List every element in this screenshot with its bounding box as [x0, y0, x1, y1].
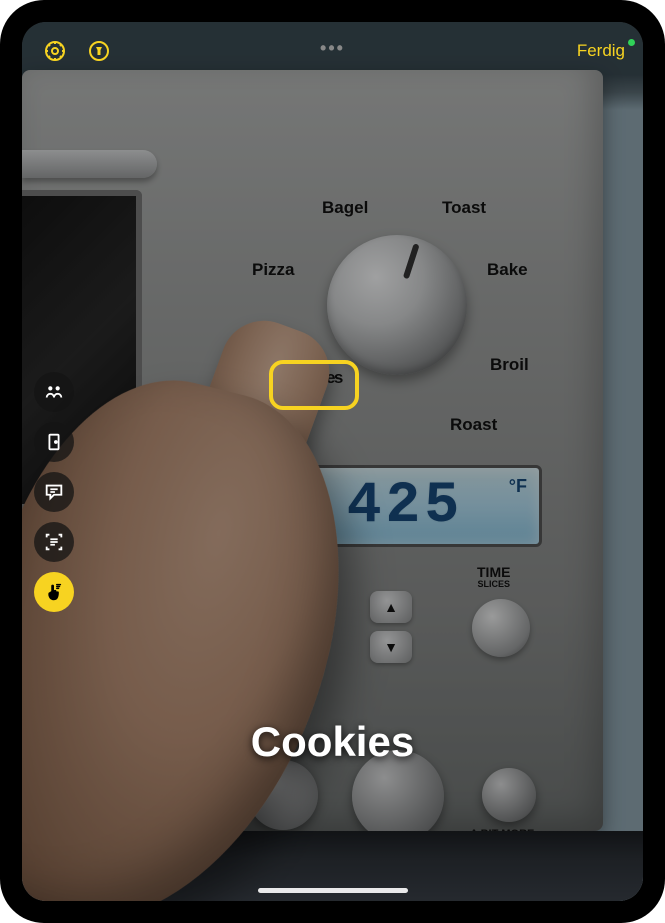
time-label: TIMESLICES	[477, 565, 510, 590]
mode-dial-knob	[327, 235, 467, 375]
done-button[interactable]: Ferdig	[577, 41, 625, 61]
lcd-unit: °F	[509, 476, 527, 497]
dial-label: Toast	[442, 198, 486, 218]
abitmore-button	[482, 768, 536, 822]
dial-label: Roast	[450, 415, 497, 435]
pointing-hand-icon	[43, 581, 65, 603]
top-toolbar: Ferdig	[22, 32, 643, 70]
detection-mode-toolbar	[34, 372, 74, 612]
magnifier-app-screen: Bagel Toast Pizza Bake Reheat Broil Roas…	[22, 22, 643, 901]
people-detection-button[interactable]	[34, 372, 74, 412]
detection-caption: Cookies	[22, 718, 643, 766]
speech-bubble-icon	[43, 481, 65, 503]
home-indicator[interactable]	[258, 888, 408, 893]
detection-highlight-box	[269, 360, 359, 410]
text-detection-button[interactable]	[34, 522, 74, 562]
flashlight-button[interactable]	[84, 36, 114, 66]
door-detection-button[interactable]	[34, 422, 74, 462]
oven-handle	[22, 150, 157, 178]
door-icon	[43, 431, 65, 453]
dial-label: Broil	[490, 355, 529, 375]
camera-scene: Bagel Toast Pizza Bake Reheat Broil Roas…	[22, 22, 643, 901]
point-and-speak-button[interactable]	[34, 572, 74, 612]
up-arrow-button: ▲	[370, 591, 412, 623]
dial-label: Bake	[487, 260, 528, 280]
ipad-frame: Bagel Toast Pizza Bake Reheat Broil Roas…	[0, 0, 665, 923]
text-viewfinder-icon	[43, 531, 65, 553]
dial-label: Bagel	[322, 198, 368, 218]
settings-button[interactable]	[40, 36, 70, 66]
time-knob	[472, 599, 530, 657]
gear-icon	[43, 39, 67, 63]
down-arrow-button: ▼	[370, 631, 412, 663]
image-description-button[interactable]	[34, 472, 74, 512]
people-icon	[43, 381, 65, 403]
flashlight-icon	[87, 39, 111, 63]
dial-label: Pizza	[252, 260, 295, 280]
